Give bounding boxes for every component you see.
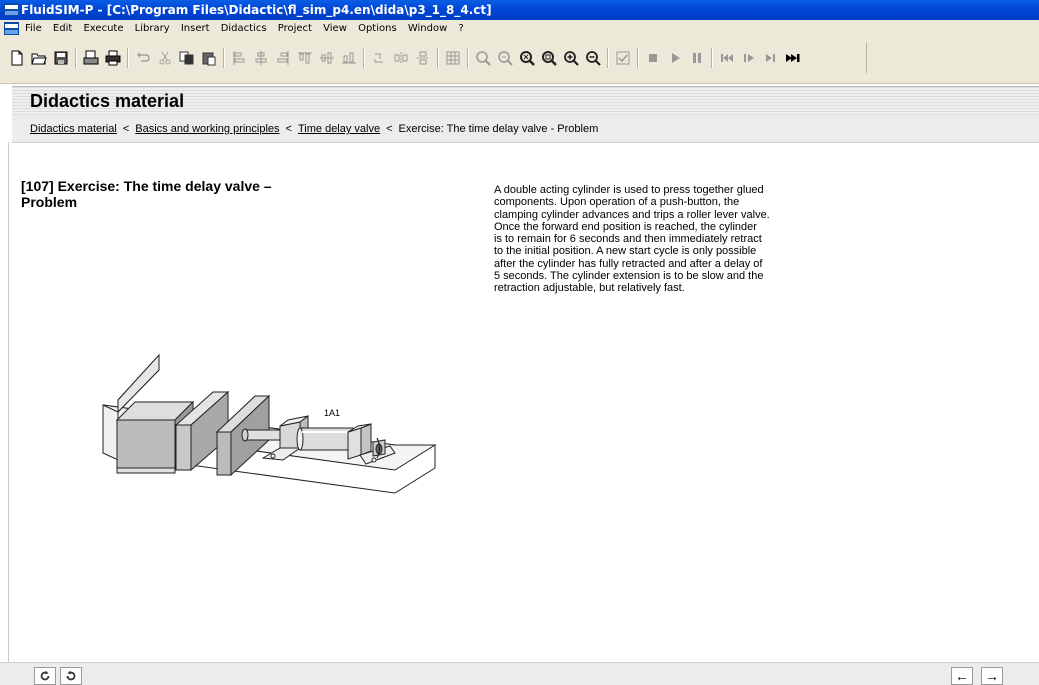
menu-library[interactable]: Library	[131, 20, 174, 37]
mirror-vertical-icon[interactable]	[412, 47, 434, 69]
toolbar-separator	[223, 48, 225, 68]
save-icon[interactable]	[50, 47, 72, 69]
grid-icon[interactable]	[442, 47, 464, 69]
align-middle-icon[interactable]	[316, 47, 338, 69]
rotate-icon[interactable]	[368, 47, 390, 69]
mirror-horizontal-icon[interactable]	[390, 47, 412, 69]
forward-arrow-icon[interactable]: →	[981, 667, 1003, 685]
breadcrumb-separator: <	[386, 123, 393, 135]
pause-icon[interactable]	[686, 47, 708, 69]
exercise-title-line-2: Problem	[21, 194, 78, 210]
undo-icon[interactable]	[132, 47, 154, 69]
description-line: retraction adjustable, but relatively fa…	[494, 282, 685, 295]
cut-icon[interactable]	[154, 47, 176, 69]
align-center-icon[interactable]	[250, 47, 272, 69]
menu-project[interactable]: Project	[274, 20, 316, 37]
description-line: is to remain for 6 seconds and then imme…	[494, 233, 762, 246]
menu-insert[interactable]: Insert	[177, 20, 214, 37]
check-icon[interactable]	[612, 47, 634, 69]
window-title: FluidSIM-P - [C:\Program Files\Didactic\…	[21, 3, 492, 17]
breadcrumb-separator: <	[285, 123, 292, 135]
clamping-device-illustration: 1A1	[102, 353, 437, 494]
description-line: after the cylinder has fully retracted a…	[494, 257, 763, 270]
align-left-icon[interactable]	[228, 47, 250, 69]
breadcrumb-separator: <	[122, 123, 130, 135]
rotate-right-icon[interactable]	[60, 667, 82, 685]
new-file-icon[interactable]	[6, 47, 28, 69]
toolbar-separator	[363, 48, 365, 68]
zoom-circuit-icon[interactable]	[516, 47, 538, 69]
bottom-navigation-bar: ← →	[0, 662, 1039, 685]
toolbar-edge	[866, 43, 867, 73]
cylinder-label: 1A1	[324, 408, 340, 418]
exercise-title: [107] Exercise: The time delay valve – P…	[21, 178, 321, 210]
zoom-in-icon[interactable]	[560, 47, 582, 69]
zoom-window-icon[interactable]	[538, 47, 560, 69]
breadcrumb: Didactics material < Basics and working pr…	[12, 116, 1039, 143]
content-header: Didactics material	[12, 86, 1039, 118]
rewind-icon[interactable]	[716, 47, 738, 69]
toolbar-separator	[437, 48, 439, 68]
description-line: clamping cylinder advances and trips a r…	[494, 208, 770, 221]
menu-options[interactable]: Options	[354, 20, 401, 37]
align-top-icon[interactable]	[294, 47, 316, 69]
toolbar-separator	[467, 48, 469, 68]
align-right-icon[interactable]	[272, 47, 294, 69]
description-line: components. Upon operation of a push-but…	[494, 196, 740, 209]
window-titlebar: FluidSIM-P - [C:\Program Files\Didactic\…	[0, 0, 1039, 20]
description-line: 5 seconds. The cylinder extension is to …	[494, 270, 764, 283]
menu-edit[interactable]: Edit	[49, 20, 76, 37]
toolbar-separator	[637, 48, 639, 68]
stop-icon[interactable]	[642, 47, 664, 69]
fast-forward-icon[interactable]	[782, 47, 804, 69]
exercise-description: A double acting cylinder is used to pres…	[494, 184, 819, 295]
align-bottom-icon[interactable]	[338, 47, 360, 69]
zoom-fit-icon[interactable]	[472, 47, 494, 69]
zoom-previous-icon[interactable]	[494, 47, 516, 69]
toolbar-separator	[127, 48, 129, 68]
description-line: A double acting cylinder is used to pres…	[494, 184, 764, 196]
menu-window[interactable]: Window	[404, 20, 451, 37]
content-left-border	[8, 142, 9, 662]
next-icon[interactable]	[760, 47, 782, 69]
page-title: Didactics material	[30, 91, 185, 111]
menu-didactics[interactable]: Didactics	[217, 20, 271, 37]
breadcrumb-link-didactics-material[interactable]: Didactics material	[30, 123, 117, 135]
toolbar-separator	[711, 48, 713, 68]
description-line: Once the forward end position is reached…	[494, 220, 757, 233]
toolbar-separator	[607, 48, 609, 68]
breadcrumb-link-basics[interactable]: Basics and working principles	[135, 123, 279, 135]
exercise-title-line-1: [107] Exercise: The time delay valve –	[21, 178, 272, 194]
print-preview-icon[interactable]	[80, 47, 102, 69]
document-icon[interactable]	[4, 22, 19, 35]
copy-icon[interactable]	[176, 47, 198, 69]
menu-file[interactable]: File	[21, 20, 46, 37]
festo-app-icon	[4, 3, 19, 16]
step-forward-icon[interactable]	[738, 47, 760, 69]
description-line: to the initial position. A new start cyc…	[494, 245, 757, 258]
menu-view[interactable]: View	[319, 20, 351, 37]
breadcrumb-current: Exercise: The time delay valve - Problem	[398, 123, 599, 135]
back-arrow-icon[interactable]: ←	[951, 667, 973, 685]
play-icon[interactable]	[664, 47, 686, 69]
open-folder-icon[interactable]	[28, 47, 50, 69]
menu-bar: File Edit Execute Library Insert Didacti…	[0, 20, 1039, 37]
print-icon[interactable]	[102, 47, 124, 69]
menu-help[interactable]: ?	[454, 20, 467, 37]
rotate-left-icon[interactable]	[34, 667, 56, 685]
toolbar	[0, 37, 1039, 84]
breadcrumb-link-time-delay-valve[interactable]: Time delay valve	[298, 123, 380, 135]
menu-execute[interactable]: Execute	[79, 20, 127, 37]
toolbar-separator	[75, 48, 77, 68]
paste-icon[interactable]	[198, 47, 220, 69]
zoom-out-icon[interactable]	[582, 47, 604, 69]
